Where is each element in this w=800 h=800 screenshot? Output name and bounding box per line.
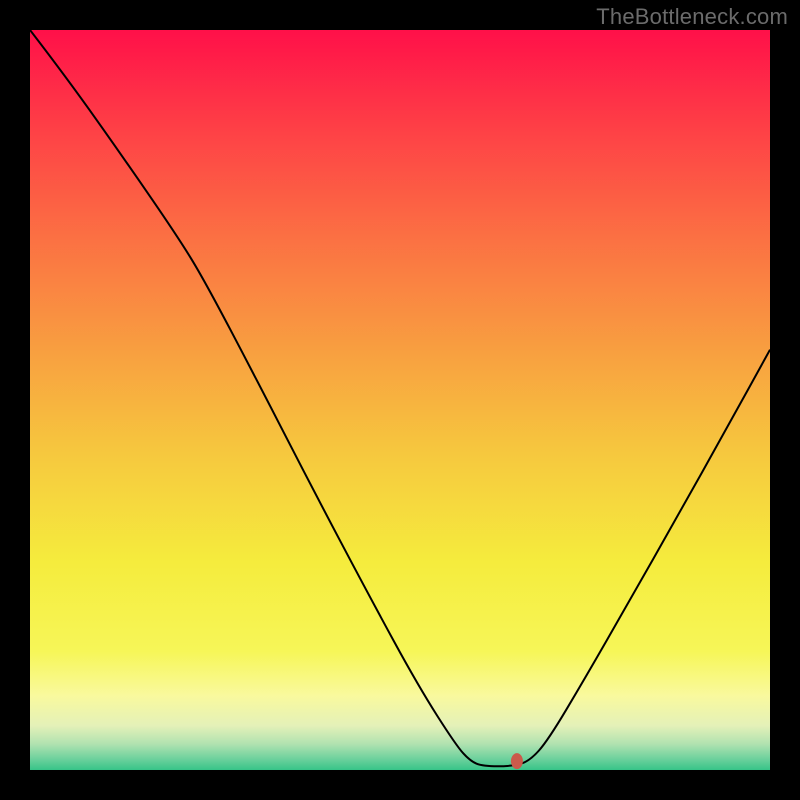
chart-container: TheBottleneck.com xyxy=(0,0,800,800)
watermark-text: TheBottleneck.com xyxy=(596,4,788,30)
plot-svg xyxy=(30,30,770,770)
gradient-background xyxy=(30,30,770,770)
optimal-point-marker xyxy=(511,753,523,769)
plot-area xyxy=(30,30,770,770)
